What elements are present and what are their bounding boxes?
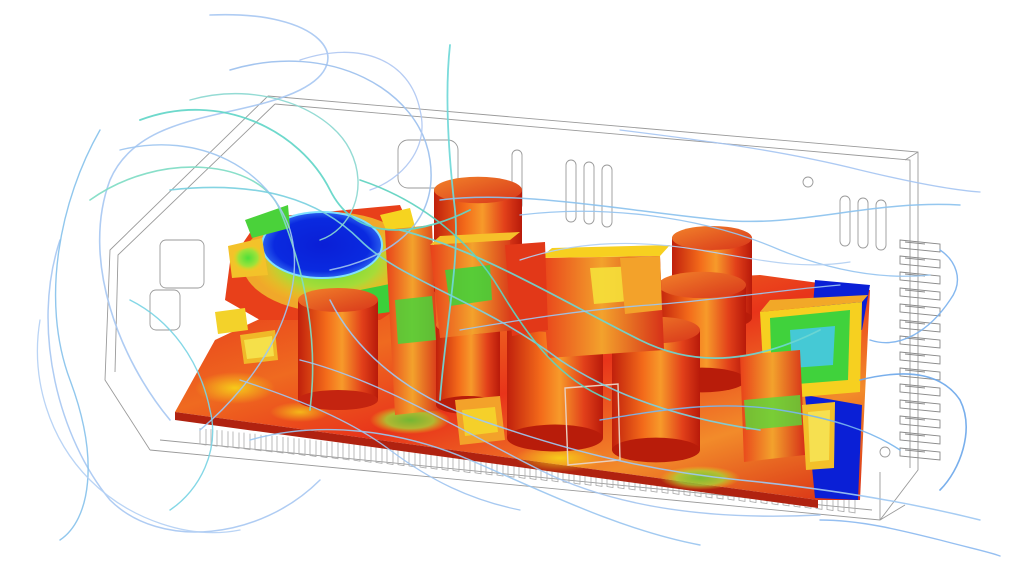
- cfd-visualization-viewport: [0, 0, 1032, 562]
- comb-tooth: [364, 445, 372, 463]
- comb-tooth: [243, 432, 251, 451]
- comb-tooth: [254, 433, 262, 452]
- comb-tooth: [309, 439, 317, 457]
- comb-tooth: [331, 441, 339, 460]
- comb-tooth: [298, 438, 306, 456]
- comb-tooth: [342, 442, 350, 461]
- comb-tooth: [287, 437, 295, 455]
- capacitor-base: [612, 437, 700, 463]
- comb-tooth: [232, 431, 240, 449]
- capacitor-base: [507, 424, 603, 452]
- streamline: [859, 373, 967, 491]
- comb-tooth: [375, 446, 383, 464]
- tall-component: [298, 288, 378, 410]
- streamline: [819, 519, 1001, 557]
- streamline: [869, 249, 959, 344]
- streamline: [54, 129, 101, 541]
- capacitor-top: [658, 271, 746, 299]
- heatsink-fins: [899, 239, 941, 461]
- comb-tooth: [320, 440, 328, 459]
- comb-tooth: [199, 428, 207, 446]
- scene-canvas: [36, 13, 1001, 557]
- streamline: [299, 51, 423, 191]
- comb-tooth: [353, 444, 361, 462]
- comb-tooth: [221, 430, 229, 448]
- comb-tooth: [265, 434, 273, 453]
- capacitor-top: [672, 226, 752, 250]
- streamline: [139, 108, 471, 231]
- comb-tooth: [276, 436, 284, 454]
